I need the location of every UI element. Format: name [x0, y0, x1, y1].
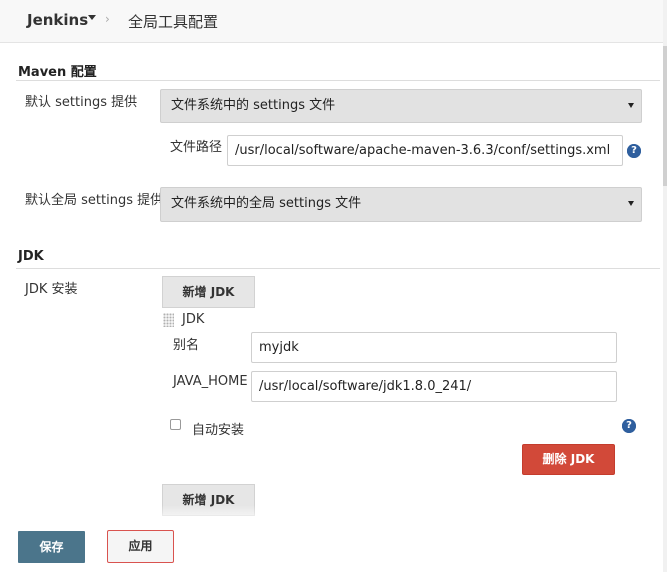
file-path-label: 文件路径 — [170, 140, 223, 155]
scrollbar-thumb[interactable] — [663, 46, 667, 186]
delete-jdk-button[interactable]: 删除 JDK — [522, 444, 615, 475]
alias-input[interactable]: myjdk — [251, 332, 617, 363]
save-button[interactable]: 保存 — [18, 531, 85, 563]
breadcrumb-separator-icon: › — [105, 12, 110, 26]
java-home-input[interactable]: /usr/local/software/jdk1.8.0_241/ — [251, 371, 617, 402]
jdk-install-label: JDK 安装 — [25, 282, 78, 297]
default-settings-selected-value: 文件系统中的 settings 文件 — [171, 98, 336, 113]
global-settings-label: 默认全局 settings 提供 — [25, 193, 164, 208]
add-jdk-button[interactable]: 新增 JDK — [162, 276, 255, 308]
help-icon[interactable]: ? — [622, 419, 636, 433]
breadcrumb-bar: Jenkins › 全局工具配置 — [0, 0, 667, 43]
chevron-down-icon[interactable] — [88, 15, 96, 20]
help-icon[interactable]: ? — [627, 144, 641, 158]
java-home-label: JAVA_HOME — [173, 374, 248, 389]
breadcrumb-jenkins-link[interactable]: Jenkins — [27, 11, 88, 29]
dropdown-arrow-icon — [628, 103, 634, 108]
global-settings-select[interactable]: 文件系统中的全局 settings 文件 — [160, 187, 642, 222]
scrollbar[interactable] — [663, 0, 667, 572]
default-settings-select[interactable]: 文件系统中的 settings 文件 — [160, 89, 642, 123]
maven-section-title: Maven 配置 — [18, 65, 97, 80]
auto-install-label: 自动安装 — [192, 423, 245, 438]
jdk-entry-title: JDK — [182, 312, 205, 327]
scroll-fade-overlay — [160, 505, 260, 523]
maven-section-divider — [16, 80, 660, 81]
drag-handle-icon[interactable] — [163, 313, 174, 327]
breadcrumb-page-title[interactable]: 全局工具配置 — [128, 11, 218, 32]
file-path-input[interactable]: /usr/local/software/apache-maven-3.6.3/c… — [227, 135, 623, 166]
dropdown-arrow-icon — [628, 201, 634, 206]
default-settings-label: 默认 settings 提供 — [25, 95, 138, 110]
jdk-section-divider — [16, 268, 660, 269]
global-settings-selected-value: 文件系统中的全局 settings 文件 — [171, 196, 362, 211]
jdk-section-title: JDK — [18, 249, 44, 264]
alias-label: 别名 — [173, 338, 200, 353]
apply-button[interactable]: 应用 — [107, 530, 174, 563]
auto-install-checkbox[interactable] — [170, 419, 181, 430]
